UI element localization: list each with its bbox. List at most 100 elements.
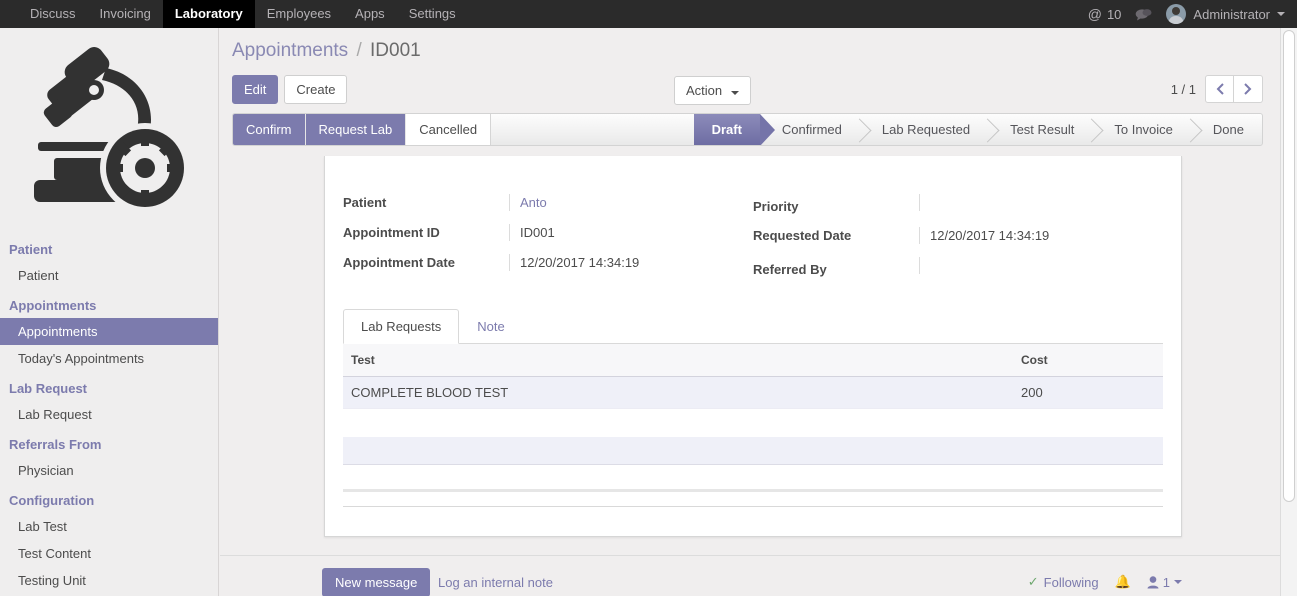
chat-bubble-icon[interactable] [1135, 8, 1152, 21]
workflow-buttons: ConfirmRequest LabCancelled [233, 114, 491, 145]
vertical-scrollbar[interactable] [1280, 28, 1297, 596]
nav-item-employees[interactable]: Employees [255, 0, 343, 28]
stage-draft[interactable]: Draft [694, 114, 760, 145]
app-logo [0, 28, 218, 233]
table-row[interactable]: COMPLETE BLOOD TEST200 [343, 377, 1163, 409]
user-icon [1147, 576, 1159, 589]
action-label: Action [686, 83, 722, 98]
field-row: Priority [753, 194, 1149, 214]
stage-test-result[interactable]: Test Result [988, 114, 1092, 145]
navbar-systray: @ 10 Administrator [1088, 4, 1297, 24]
statusbar-button-cancelled[interactable]: Cancelled [406, 114, 491, 145]
table-gap [343, 465, 1163, 489]
mentions-indicator[interactable]: @ 10 [1088, 6, 1122, 22]
field-value-appointment-id: ID001 [509, 224, 739, 241]
sidebar-item-test-content[interactable]: Test Content [0, 540, 218, 567]
sidebar-item-appointments[interactable]: Appointments [0, 318, 218, 345]
pager-value: 1 / 1 [1171, 82, 1196, 97]
cell-cost: 200 [1013, 377, 1163, 409]
following-toggle[interactable]: ✓ Following [1028, 574, 1099, 590]
sidebar-section-appointments: Appointments [0, 289, 218, 318]
nav-item-apps[interactable]: Apps [343, 0, 397, 28]
breadcrumb: Appointments / ID001 [220, 28, 1280, 62]
chevron-left-icon [1216, 83, 1224, 95]
microscope-gear-logo [20, 46, 198, 216]
scrollbar-thumb[interactable] [1283, 30, 1295, 502]
field-row: PatientAnto [343, 194, 739, 211]
table-empty-row[interactable] [343, 437, 1163, 465]
field-label-requested-date: Requested Date [753, 228, 919, 243]
top-navbar: DiscussInvoicingLaboratoryEmployeesAppsS… [0, 0, 1297, 28]
field-label-priority: Priority [753, 199, 919, 214]
table-head: Test Cost [343, 344, 1163, 377]
action-dropdown-button[interactable]: Action [674, 76, 751, 105]
field-value-requested-date: 12/20/2017 14:34:19 [919, 227, 1149, 244]
notebook-tabs: Lab RequestsNote [343, 308, 1163, 344]
statusbar-button-confirm[interactable]: Confirm [233, 114, 306, 145]
form-group-right: Priority Requested Date12/20/2017 14:34:1… [753, 194, 1163, 290]
tab-note[interactable]: Note [459, 309, 522, 344]
edit-button[interactable]: Edit [232, 75, 278, 104]
sidebar: PatientPatientAppointmentsAppointmentsTo… [0, 28, 219, 596]
avatar [1166, 4, 1186, 24]
new-message-button[interactable]: New message [322, 568, 430, 596]
field-row: Referred By [753, 257, 1149, 277]
field-value-appointment-date: 12/20/2017 14:34:19 [509, 254, 739, 271]
column-header-test: Test [343, 344, 1013, 377]
field-value-referred-by [919, 257, 1149, 274]
pager-next-button[interactable] [1234, 75, 1263, 103]
user-menu[interactable]: Administrator [1166, 4, 1285, 24]
nav-item-settings[interactable]: Settings [397, 0, 468, 28]
sidebar-section-referrals-from: Referrals From [0, 428, 218, 457]
pager-previous-button[interactable] [1205, 75, 1234, 103]
action-dropdown-wrap: Action [674, 76, 751, 105]
nav-item-discuss[interactable]: Discuss [18, 0, 88, 28]
sidebar-item-lab-request[interactable]: Lab Request [0, 401, 218, 428]
sidebar-menu: PatientPatientAppointmentsAppointmentsTo… [0, 233, 218, 594]
bell-icon[interactable]: 🔔 [1115, 574, 1131, 590]
log-internal-note-button[interactable]: Log an internal note [438, 575, 553, 590]
workflow-stages: DraftConfirmedLab RequestedTest ResultTo… [694, 114, 1262, 145]
field-row: Appointment Date12/20/2017 14:34:19 [343, 254, 739, 271]
status-bar: ConfirmRequest LabCancelled DraftConfirm… [232, 113, 1263, 146]
nav-item-invoicing[interactable]: Invoicing [88, 0, 163, 28]
form-sheet-area: PatientAntoAppointment IDID001Appointmen… [220, 156, 1280, 548]
chevron-down-icon [1277, 12, 1285, 16]
sidebar-item-today-s-appointments[interactable]: Today's Appointments [0, 345, 218, 372]
navbar-menu: DiscussInvoicingLaboratoryEmployeesAppsS… [0, 0, 468, 28]
field-value-patient[interactable]: Anto [509, 194, 739, 211]
sidebar-item-patient[interactable]: Patient [0, 262, 218, 289]
tab-lab-requests[interactable]: Lab Requests [343, 309, 459, 344]
sidebar-item-lab-test[interactable]: Lab Test [0, 513, 218, 540]
table-gap-2 [343, 492, 1163, 506]
spacer-cell [1013, 409, 1163, 437]
nav-item-laboratory[interactable]: Laboratory [163, 0, 255, 28]
form-sheet: PatientAntoAppointment IDID001Appointmen… [324, 156, 1182, 537]
pager-buttons [1205, 75, 1263, 103]
breadcrumb-root[interactable]: Appointments [232, 40, 348, 61]
form-groups: PatientAntoAppointment IDID001Appointmen… [325, 156, 1181, 290]
field-row: Requested Date12/20/2017 14:34:19 [753, 227, 1149, 244]
main-content: Appointments / ID001 Edit Create Action … [220, 28, 1280, 596]
chatter-inner: New message Log an internal note ✓ Follo… [220, 556, 1280, 596]
stage-to-invoice[interactable]: To Invoice [1092, 114, 1191, 145]
breadcrumb-current: ID001 [370, 40, 421, 61]
sidebar-item-testing-unit[interactable]: Testing Unit [0, 567, 218, 594]
chatter: New message Log an internal note ✓ Follo… [220, 555, 1280, 596]
stage-lab-requested[interactable]: Lab Requested [860, 114, 988, 145]
form-group-left: PatientAntoAppointment IDID001Appointmen… [343, 194, 753, 290]
notebook: Lab RequestsNote Test Cost COMPLETE BLOO… [343, 308, 1163, 507]
statusbar-button-request-lab[interactable]: Request Lab [306, 114, 407, 145]
chevron-down-icon [1174, 580, 1182, 584]
table-spacer-row [343, 409, 1163, 437]
sidebar-item-physician[interactable]: Physician [0, 457, 218, 484]
field-label-referred-by: Referred By [753, 262, 919, 277]
lab-requests-table: Test Cost COMPLETE BLOOD TEST200 [343, 344, 1163, 465]
followers-count-dropdown[interactable]: 1 [1147, 575, 1182, 590]
table-body: COMPLETE BLOOD TEST200 [343, 377, 1163, 465]
mention-count: 10 [1107, 7, 1121, 22]
spacer-cell [343, 409, 1013, 437]
create-button[interactable]: Create [284, 75, 347, 104]
following-label: Following [1044, 575, 1099, 590]
sidebar-section-configuration: Configuration [0, 484, 218, 513]
